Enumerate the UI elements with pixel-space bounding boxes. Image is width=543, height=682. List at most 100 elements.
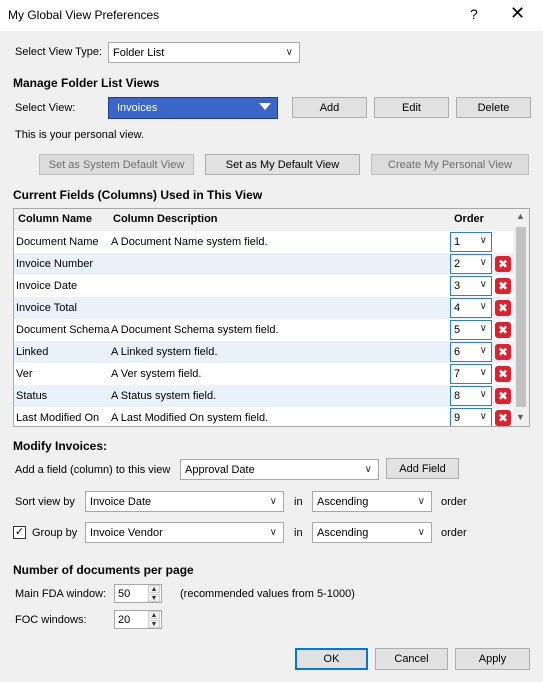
column-name-cell: Invoice Number (16, 258, 94, 270)
group-by-checkbox[interactable]: ✓ (13, 526, 26, 539)
delete-field-icon[interactable]: ✖ (495, 366, 511, 382)
sort-direction-select[interactable]: Ascending ∨ (312, 491, 432, 512)
table-row[interactable]: Last Modified On A Last Modified On syste… (14, 407, 513, 426)
group-field-value: Invoice Vendor (90, 526, 163, 539)
column-name-cell: Linked (16, 346, 49, 358)
order-select[interactable]: 2 ∨ (450, 254, 492, 274)
column-description-cell: A Status system field. (111, 390, 217, 402)
order-select[interactable]: 6 ∨ (450, 342, 492, 362)
group-field-select[interactable]: Invoice Vendor ∨ (85, 522, 284, 543)
delete-field-icon[interactable]: ✖ (495, 410, 511, 426)
column-name-cell: Ver (16, 368, 33, 380)
increment-icon[interactable]: ▲ (148, 611, 160, 619)
main-fda-hint: (recommended values from 5-1000) (180, 588, 355, 600)
view-type-select[interactable]: Folder List ∨ (108, 42, 300, 63)
delete-field-icon[interactable]: ✖ (495, 300, 511, 316)
order-value: 8 (454, 390, 461, 402)
column-name-header: Column Name (18, 213, 92, 225)
docs-per-page-heading: Number of documents per page (13, 563, 194, 577)
order-select[interactable]: 9 ∨ (450, 408, 492, 426)
sort-field-value: Invoice Date (90, 495, 152, 508)
chevron-down-icon: ∨ (479, 323, 487, 334)
chevron-down-icon: ∨ (479, 257, 487, 268)
cancel-button[interactable]: Cancel (375, 648, 448, 670)
foc-stepper[interactable]: 20 ▲ ▼ (114, 610, 162, 629)
edit-view-button[interactable]: Edit (374, 97, 449, 118)
table-row[interactable]: Ver A Ver system field. 7 ∨ ✖ (14, 363, 513, 385)
order-select[interactable]: 5 ∨ (450, 320, 492, 340)
decrement-icon[interactable]: ▼ (148, 620, 160, 628)
sort-field-select[interactable]: Invoice Date ∨ (85, 491, 284, 512)
ok-button[interactable]: OK (295, 648, 368, 670)
fields-grid: Column Name Column Description Order Doc… (13, 208, 530, 427)
table-row[interactable]: Invoice Number 2 ∨ ✖ (14, 253, 513, 275)
title-bar: My Global View Preferences ? ✕ (0, 0, 543, 31)
personal-view-note: This is your personal view. (15, 129, 144, 141)
delete-field-icon[interactable]: ✖ (495, 344, 511, 360)
delete-field-icon[interactable]: ✖ (495, 322, 511, 338)
foc-value: 20 (118, 613, 131, 626)
delete-field-icon[interactable]: ✖ (495, 256, 511, 272)
decrement-icon[interactable]: ▼ (148, 594, 160, 602)
apply-button[interactable]: Apply (455, 648, 530, 670)
chevron-down-icon: ∨ (479, 235, 487, 246)
add-field-select[interactable]: Approval Date ∨ (180, 459, 379, 480)
grid-scrollbar[interactable]: ▲ ▼ (513, 209, 529, 426)
order-select[interactable]: 8 ∨ (450, 386, 492, 406)
add-field-button[interactable]: Add Field (386, 458, 459, 479)
column-description-cell: A Last Modified On system field. (111, 412, 269, 424)
add-field-label: Add a field (column) to this view (15, 464, 171, 476)
view-type-value: Folder List (113, 46, 165, 59)
table-row[interactable]: Status A Status system field. 8 ∨ ✖ (14, 385, 513, 407)
modify-heading: Modify Invoices: (13, 439, 108, 453)
table-row[interactable]: Invoice Total 4 ∨ ✖ (14, 297, 513, 319)
order-value: 6 (454, 346, 461, 358)
grid-header: Column Name Column Description Order (14, 209, 513, 231)
add-field-value: Approval Date (185, 463, 255, 476)
scroll-down-icon[interactable]: ▼ (516, 412, 525, 422)
set-my-default-button[interactable]: Set as My Default View (205, 154, 360, 175)
increment-icon[interactable]: ▲ (148, 585, 160, 593)
main-fda-stepper[interactable]: 50 ▲ ▼ (114, 584, 162, 603)
order-header: Order (454, 213, 484, 225)
chevron-down-icon: ∨ (479, 345, 487, 356)
delete-view-button[interactable]: Delete (456, 97, 531, 118)
scroll-thumb[interactable] (516, 227, 526, 407)
order-value: 5 (454, 324, 461, 336)
chevron-down-icon: ∨ (479, 367, 487, 378)
order-select[interactable]: 4 ∨ (450, 298, 492, 318)
chevron-down-icon: ∨ (285, 46, 293, 58)
table-row[interactable]: Invoice Date 3 ∨ ✖ (14, 275, 513, 297)
chevron-down-icon: ∨ (479, 279, 487, 290)
group-label: Group by (32, 527, 78, 539)
order-select[interactable]: 3 ∨ (450, 276, 492, 296)
sort-direction-value: Ascending (317, 495, 369, 508)
table-row[interactable]: Document Name A Document Name system fiel… (14, 231, 513, 253)
chevron-down-icon: ∨ (269, 495, 277, 507)
delete-field-icon[interactable]: ✖ (495, 278, 511, 294)
create-personal-view-button[interactable]: Create My Personal View (371, 154, 529, 175)
order-select[interactable]: 7 ∨ (450, 364, 492, 384)
scroll-up-icon[interactable]: ▲ (516, 211, 525, 221)
chevron-down-icon: ∨ (364, 463, 372, 475)
group-direction-select[interactable]: Ascending ∨ (312, 522, 432, 543)
table-row[interactable]: Document Schema A Document Schema system … (14, 319, 513, 341)
order-value: 2 (454, 258, 461, 270)
chevron-down-icon (259, 103, 271, 110)
order-select[interactable]: 1 ∨ (450, 232, 492, 252)
table-row[interactable]: Linked A Linked system field. 6 ∨ ✖ (14, 341, 513, 363)
help-icon[interactable]: ? (470, 6, 478, 22)
set-system-default-button[interactable]: Set as System Default View (39, 154, 194, 175)
close-icon[interactable]: ✕ (510, 3, 525, 24)
column-name-cell: Invoice Total (16, 302, 77, 314)
chevron-down-icon: ∨ (479, 301, 487, 312)
column-description-cell: A Linked system field. (111, 346, 218, 358)
delete-field-icon[interactable]: ✖ (495, 388, 511, 404)
order-value: 7 (454, 368, 461, 380)
window-title: My Global View Preferences (8, 8, 160, 22)
column-description-header: Column Description (113, 213, 218, 225)
select-view-dropdown[interactable]: Invoices (108, 97, 278, 119)
add-view-button[interactable]: Add (292, 97, 367, 118)
group-order-label: order (441, 527, 467, 539)
sort-label: Sort view by (15, 496, 75, 508)
